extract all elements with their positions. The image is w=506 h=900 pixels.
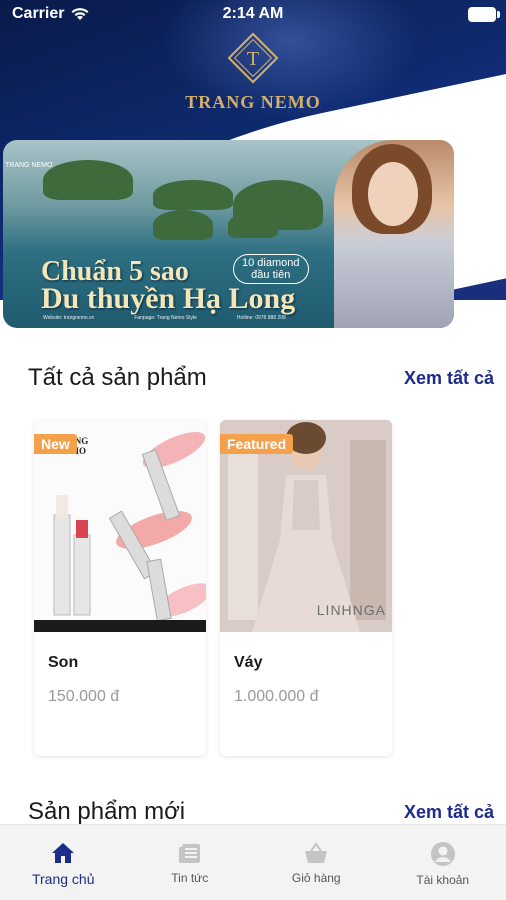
status-time: 2:14 AM: [222, 5, 284, 22]
brand-name: TRANG NEMO: [185, 92, 321, 112]
bottom-tab-bar: Trang chủ Tin tức Giỏ hàng Tài khoản: [0, 824, 506, 900]
home-icon: [52, 843, 75, 863]
account-icon: [430, 842, 455, 866]
logo-monogram: T: [247, 48, 259, 70]
logo-emblem-icon: T: [227, 32, 279, 84]
promo-banner[interactable]: TRANG NEMO Chuẩn 5 sao 10 diamond đầu ti…: [3, 140, 454, 328]
product-price: 150.000 đ: [48, 688, 120, 705]
cart-icon: [305, 842, 328, 863]
new-products-header: Sản phẩm mới Xem tất cả: [28, 798, 494, 826]
tab-cart[interactable]: Giỏ hàng: [253, 825, 380, 900]
section-title-new-products: Sản phẩm mới: [28, 798, 186, 825]
tab-label: Tài khoản: [416, 873, 470, 887]
brand-logo: T TRANG NEMO: [0, 28, 506, 113]
banner-island: [153, 210, 213, 240]
news-icon: [178, 844, 200, 863]
see-all-all-products-link[interactable]: Xem tất cả: [404, 368, 494, 389]
status-bar: Carrier 2:14 AM: [0, 0, 506, 30]
banner-model: [334, 140, 454, 328]
banner-footer: Website: trangnemo.vn Fanpage: Trang Nem…: [43, 315, 286, 321]
product-price: 1.000.000 đ: [234, 688, 319, 705]
banner-island: [153, 180, 233, 210]
tab-home[interactable]: Trang chủ: [0, 825, 127, 900]
tag-badge-new: New: [34, 434, 77, 454]
battery-icon: [468, 7, 500, 22]
banner-island: [43, 160, 133, 200]
tab-label: Trang chủ: [31, 871, 95, 887]
banner-island: [228, 212, 278, 238]
banner-badge-line-1: 10 diamond: [242, 257, 300, 269]
tag-badge-featured: Featured: [220, 434, 294, 454]
product-card[interactable]: LINHNGA Featured Váy 1.000.000 đ: [220, 420, 392, 756]
banner-badge-line-2: đầu tiên: [251, 269, 291, 281]
banner-model-face: [368, 162, 418, 226]
banner-badge: 10 diamond đầu tiên: [233, 254, 309, 284]
see-all-new-products-link[interactable]: Xem tất cả: [404, 802, 494, 823]
product-image-brand: LINHNGA: [316, 602, 386, 618]
tab-account[interactable]: Tài khoản: [380, 825, 506, 900]
tab-label: Giỏ hàng: [291, 871, 341, 885]
banner-headline-2: Du thuyền Hạ Long: [41, 282, 296, 315]
product-name: Váy: [234, 654, 263, 671]
banner-footer-item: Fanpage: Trang Nemo Style: [134, 315, 197, 321]
banner-footer-item: Website: trangnemo.vn: [43, 315, 95, 321]
banner-corner-logo: TRANG NEMO: [5, 162, 53, 169]
banner-footer-item: Hotline: 0978 888 208: [236, 315, 286, 321]
all-products-header: Tất cả sản phẩm Xem tất cả: [28, 364, 494, 392]
tab-label: Tin tức: [171, 871, 209, 885]
product-card[interactable]: TRANG NEMO New Son 150.000 đ: [34, 420, 206, 756]
tab-news[interactable]: Tin tức: [127, 825, 254, 900]
section-title-all-products: Tất cả sản phẩm: [28, 364, 207, 391]
product-name: Son: [48, 654, 79, 671]
